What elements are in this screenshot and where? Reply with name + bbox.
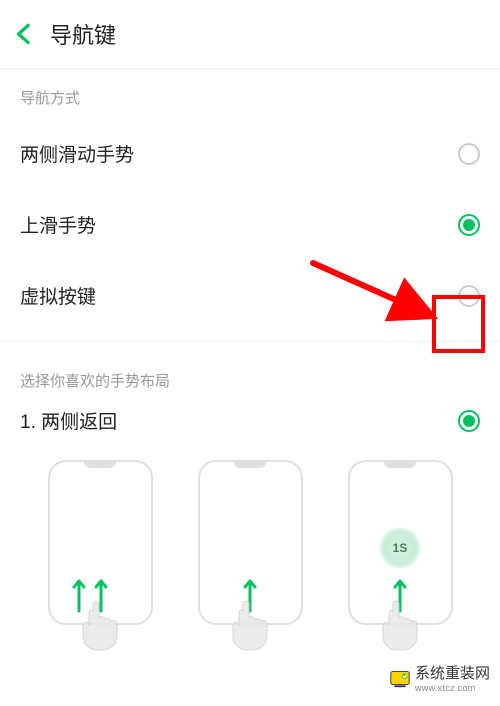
back-button[interactable] — [10, 19, 40, 49]
radio-selected-icon — [458, 214, 480, 236]
section-gesture-layout-label: 选择你喜欢的手势布局 — [0, 352, 500, 401]
phone-notch-icon — [84, 460, 116, 468]
watermark-sub: www.xtcz.com — [415, 683, 490, 693]
hand-icon — [75, 596, 125, 651]
watermark-text: 系统重装网 — [415, 662, 490, 683]
hand-icon — [225, 596, 275, 651]
radio-selected-icon — [458, 410, 480, 432]
watermark-logo-icon — [389, 667, 411, 689]
hand-icon — [375, 596, 425, 651]
back-arrow-icon — [12, 21, 38, 47]
gesture-preview-phone-3: 1S — [348, 460, 453, 625]
page-title: 导航键 — [50, 18, 116, 50]
radio-icon — [458, 285, 480, 307]
gesture-preview-phone-2 — [198, 460, 303, 625]
gesture-preview-phone-1 — [48, 460, 153, 625]
gesture-layout-option-1[interactable]: 1. 两侧返回 — [0, 401, 500, 450]
hold-1s-badge: 1S — [379, 527, 421, 569]
divider — [0, 341, 500, 342]
section-nav-method-label: 导航方式 — [0, 69, 500, 118]
phone-notch-icon — [234, 460, 266, 468]
gesture-preview-row: 1S — [0, 450, 500, 625]
nav-option-side-swipe[interactable]: 两侧滑动手势 — [0, 118, 500, 189]
header: 导航键 — [0, 0, 500, 69]
nav-option-swipe-up[interactable]: 上滑手势 — [0, 189, 500, 260]
watermark: 系统重装网 www.xtcz.com — [385, 659, 494, 696]
phone-notch-icon — [384, 460, 416, 468]
nav-option-virtual-keys[interactable]: 虚拟按键 — [0, 260, 500, 331]
option-label: 两侧滑动手势 — [20, 140, 134, 167]
radio-icon — [458, 143, 480, 165]
option-label: 1. 两侧返回 — [20, 407, 117, 434]
option-label: 虚拟按键 — [20, 282, 96, 309]
option-label: 上滑手势 — [20, 211, 96, 238]
